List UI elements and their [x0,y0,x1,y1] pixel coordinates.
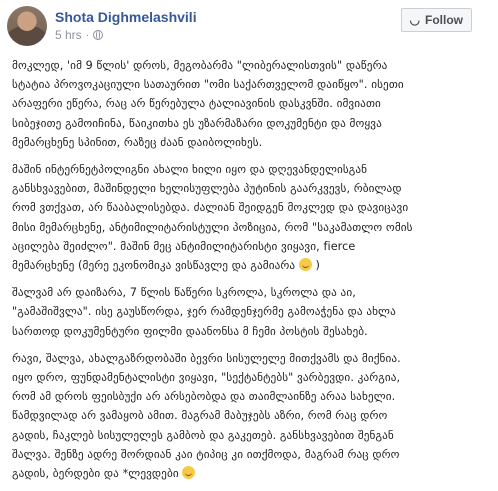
paragraph-line: არაფერი ეწერა, რაც არ წერებულა ტალიავინი… [12,97,381,111]
rss-icon: ◡ [409,13,420,27]
post-body: მოკლედ, 'იმ 9 წლის' დროს, მეგობარმა "ლიბ… [12,56,488,491]
post-paragraph: რავი, შალვა, ახალგაზრდობაში ბევრი სისულე… [12,349,488,483]
paragraph-line: წამდვილად არ ვამაყობ ამით. მაგრამ მაბუჯე… [12,409,388,423]
follow-label: Follow [425,13,463,27]
follow-button[interactable]: ◡ Follow [400,8,472,32]
paragraph-line: რომ ვთქვათ, არ წააბალისებდა. ძალიან შეიდ… [12,201,409,215]
smile-emoji-icon [182,466,196,480]
paragraph-line: რავი, შალვა, ახალგაზრდობაში ბევრი სისულე… [12,351,401,365]
paragraph-line: მემარცხენე (მერე ეკონომიკა ვისწავლე და გ… [12,258,320,273]
globe-icon [93,30,104,40]
post-meta: 5 hrs · [55,28,104,42]
post-paragraph: მაშინ ინტერნეტპოლიგნი ახალი ხილი იყო და … [12,160,488,275]
paragraph-line: სიბეჯითე გამოიჩინა, წაიკითხა ეს უზარმაზა… [12,116,382,130]
paragraph-trail: ) [311,259,320,273]
meta-separator: · [85,29,90,41]
post-paragraph: შალვამ არ დაიზარა, 7 წლის წაწერი სკროლა,… [12,283,488,341]
post-paragraph: მოკლედ, 'იმ 9 წლის' დროს, მეგობარმა "ლიბ… [12,56,488,152]
post-timestamp[interactable]: 5 hrs [55,28,82,42]
paragraph-line: მისი მემარცხენე, ანტიმილიტარისტული პოზიც… [12,220,413,234]
paragraph-line: მაშინ ინტერნეტპოლიგნი ახალი ხილი იყო და … [12,163,368,177]
paragraph-line: განსხვავებით, მაშინდელი ხელისუფლება პუტი… [12,182,402,196]
paragraph-line: შალვამ არ დაიზარა, 7 წლის წაწერი სკროლა,… [12,286,356,300]
author-avatar[interactable] [7,6,47,46]
paragraph-line: გადის, ჩაკლებ სისულელეს გამბობ და გაკეთე… [12,428,394,442]
paragraph-line: "გამაშიშვლა". ისე გაუსწორდა, ჯერ რამდენჯ… [12,305,396,319]
paragraph-line: სტატია პროვოკაციული სათაურით "ომი საქართ… [12,78,404,92]
paragraph-line: აცილება შეიძლო". მაშინ მეც ანტიმილიტარის… [12,239,356,253]
paragraph-line: რომ ამ დროს ფეისბუქი არ არსებობდა და თაი… [12,390,396,404]
smile-emoji-icon [298,258,312,272]
paragraph-line: მემარცხენე სპინით, რაზეც ძაან დაიბოლიხეს… [12,135,263,149]
paragraph-line: იყო დრო, ფუნდამენტალისტი ვიყავი, "სექტან… [12,371,401,385]
facebook-post: Shota Dighmelashvili 5 hrs · ◡ Follow მო… [0,0,498,480]
author-name[interactable]: Shota Dighmelashvili [55,9,197,25]
paragraph-line: სართოდ დოკუმენტური ფილმი დაანონსა მ ჩემი… [12,324,368,338]
paragraph-line: შალვა. შენზე ადრე შორდიან კაი ტიპიც კი ი… [12,447,400,461]
paragraph-line: მოკლედ, 'იმ 9 წლის' დროს, მეგობარმა "ლიბ… [12,59,388,72]
paragraph-line: გადის, ბერდები და *ლევდები [12,464,488,483]
